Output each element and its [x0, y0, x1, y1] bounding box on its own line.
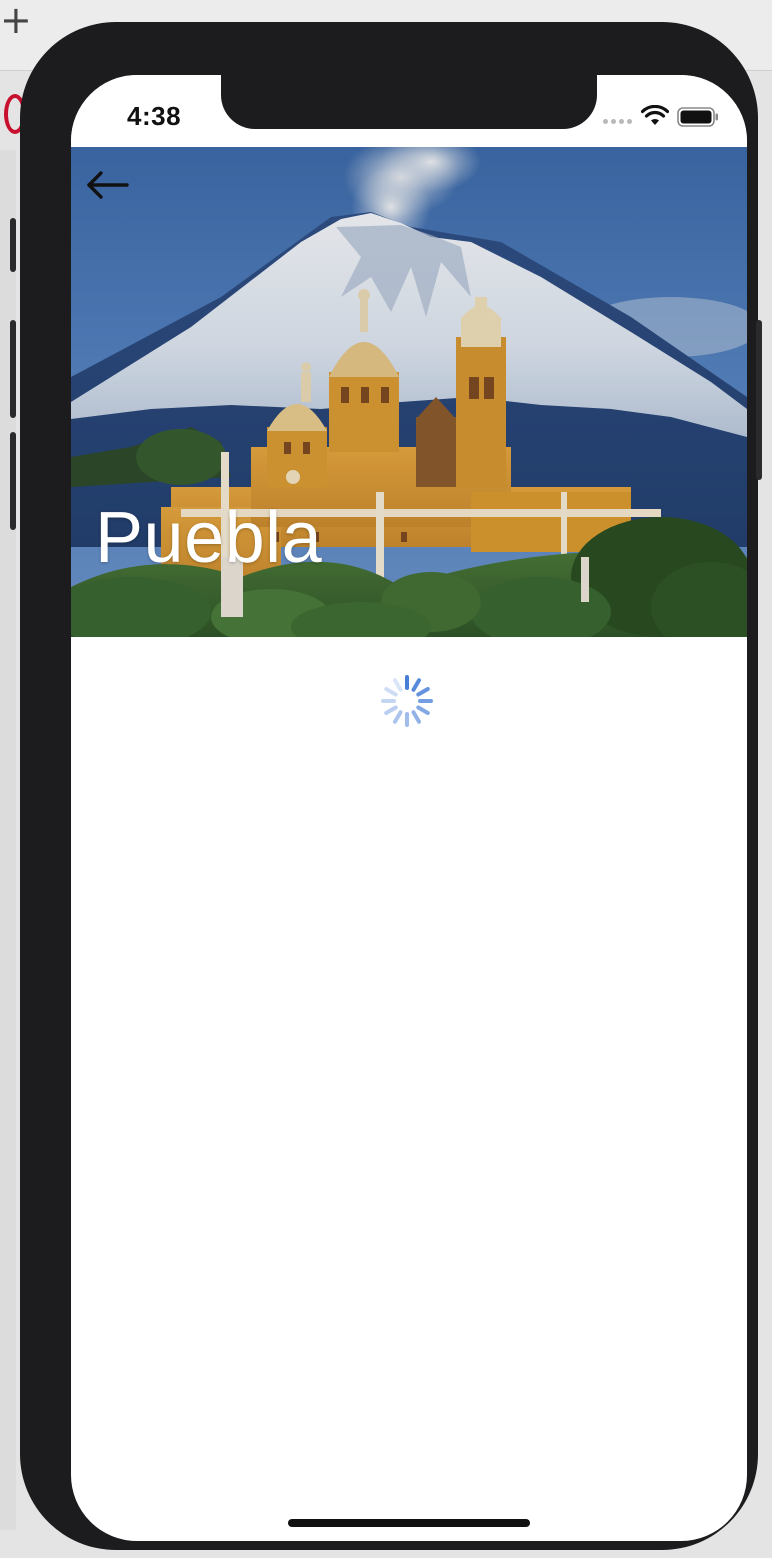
volume-down-button	[10, 432, 16, 530]
hero-image: Puebla	[71, 147, 747, 637]
volume-up-button	[10, 320, 16, 418]
status-time: 4:38	[127, 101, 182, 131]
mute-switch	[10, 218, 16, 272]
device-screen: 4:38 Puebla	[71, 75, 747, 1541]
spinner-icon	[381, 675, 433, 727]
battery-icon	[677, 107, 718, 127]
device-frame: 4:38 Puebla	[10, 22, 762, 1550]
home-indicator[interactable]	[288, 1519, 530, 1527]
wifi-icon	[641, 105, 669, 125]
add-icon[interactable]: +	[0, 0, 32, 40]
arrow-left-icon	[87, 171, 129, 199]
notch	[221, 75, 597, 129]
city-title: Puebla	[95, 498, 323, 578]
back-button[interactable]	[83, 167, 131, 203]
power-button	[756, 320, 762, 480]
signal-icon	[603, 119, 635, 125]
